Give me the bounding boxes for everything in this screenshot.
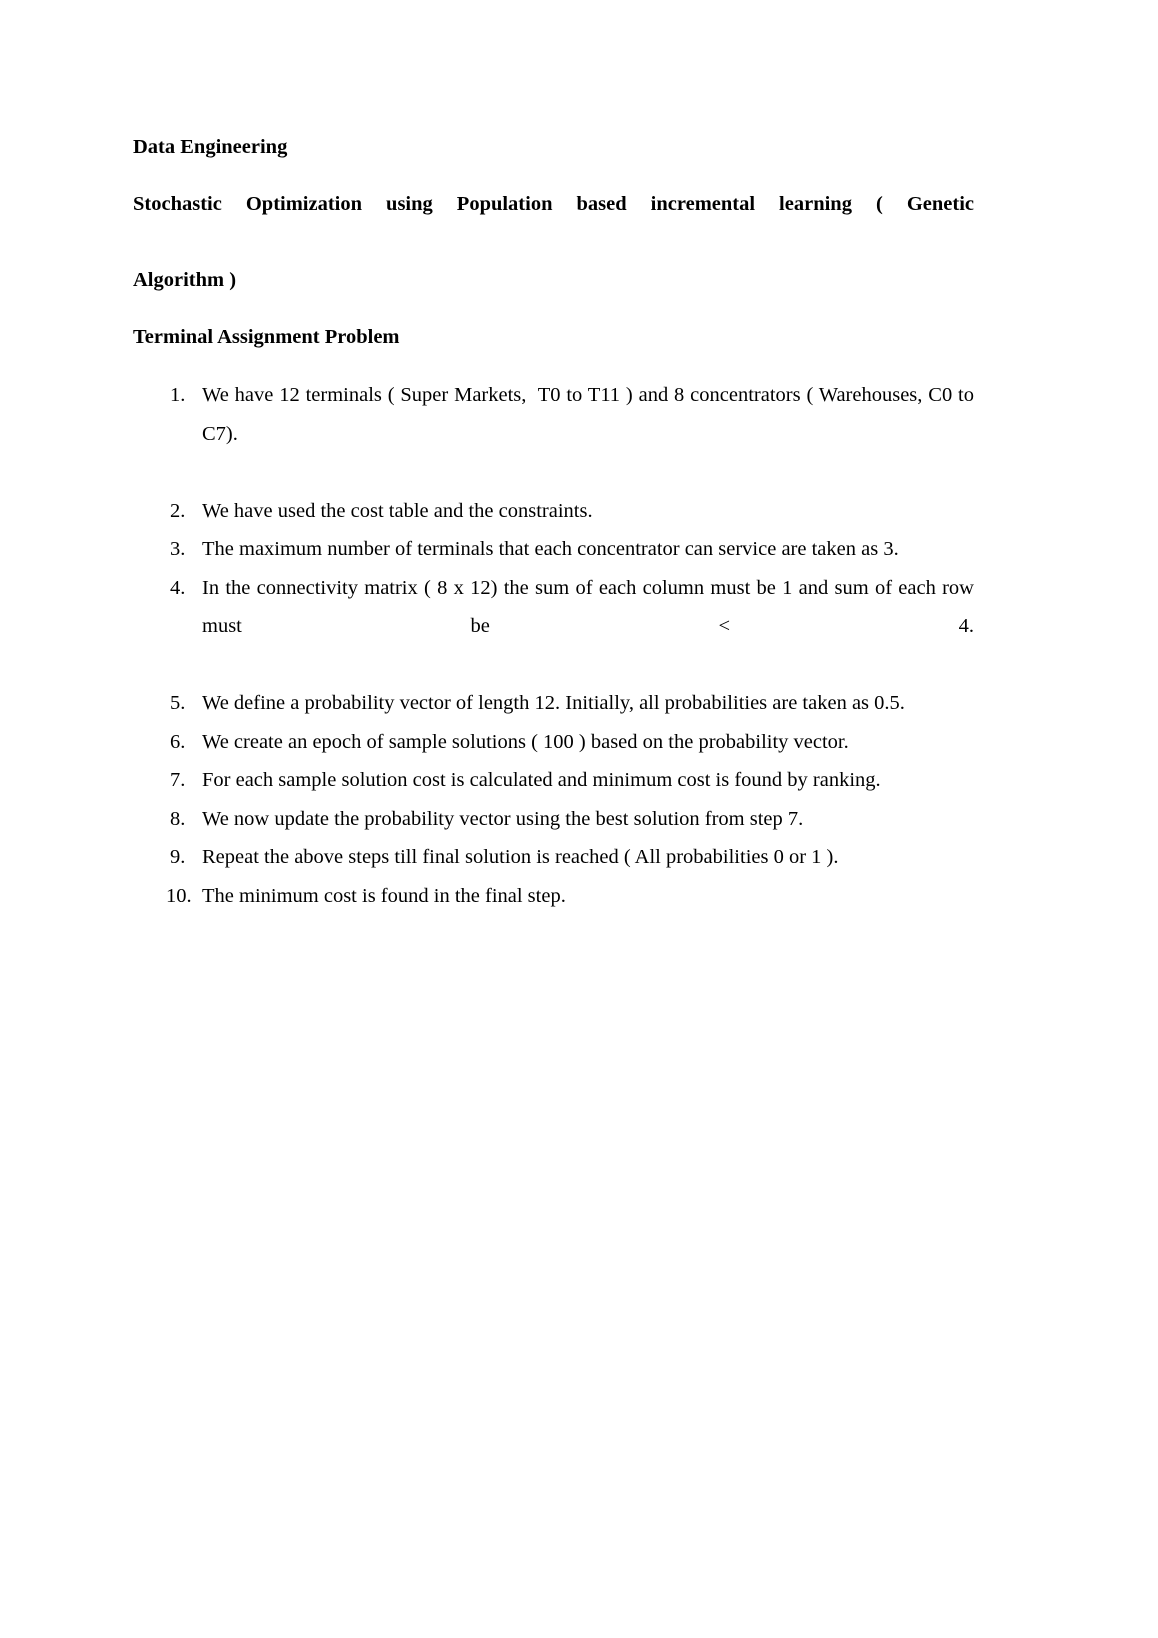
list-item: We now update the probability vector usi… bbox=[133, 800, 974, 839]
list-item: We define a probability vector of length… bbox=[133, 684, 974, 723]
list-item: We have used the cost table and the cons… bbox=[133, 492, 974, 531]
list-item-text: We define a probability vector of length… bbox=[202, 692, 905, 714]
subject-title-line-2: Algorithm ) bbox=[133, 269, 237, 291]
list-item-text: For each sample solution cost is calcula… bbox=[202, 769, 881, 791]
document-title: Data Engineering bbox=[133, 136, 288, 158]
list-item-text: We create an epoch of sample solutions (… bbox=[202, 730, 849, 753]
list-item-text: We now update the probability vector usi… bbox=[202, 807, 804, 830]
document-page: Data Engineering Stochastic Optimization… bbox=[0, 0, 1158, 1638]
list-item-text: We have used the cost table and the cons… bbox=[202, 499, 593, 522]
list-item: Repeat the above steps till final soluti… bbox=[133, 838, 974, 877]
list-item: We create an epoch of sample solutions (… bbox=[133, 723, 974, 762]
list-item: The minimum cost is found in the final s… bbox=[133, 877, 974, 916]
list-item: In the connectivity matrix ( 8 x 12) the… bbox=[133, 569, 974, 685]
list-item: We have 12 terminals ( Super Markets, T0… bbox=[133, 376, 974, 492]
subject-title-line-1: Stochastic Optimization using Population… bbox=[133, 193, 974, 215]
list-item-text: The maximum number of terminals that eac… bbox=[202, 538, 899, 560]
list-item-text: We have 12 terminals ( Super Markets, T0… bbox=[202, 384, 980, 445]
list-item: For each sample solution cost is calcula… bbox=[133, 761, 974, 800]
list-item: The maximum number of terminals that eac… bbox=[133, 530, 974, 569]
list-item-text: The minimum cost is found in the final s… bbox=[202, 884, 566, 907]
list-item-text: In the connectivity matrix ( 8 x 12) the… bbox=[202, 576, 980, 638]
subject-title: Stochastic Optimization using Population… bbox=[133, 185, 974, 299]
steps-list: We have 12 terminals ( Super Markets, T0… bbox=[133, 376, 974, 915]
section-title: Terminal Assignment Problem bbox=[133, 326, 400, 348]
document-content: Data Engineering Stochastic Optimization… bbox=[133, 128, 974, 915]
list-item-text: Repeat the above steps till final soluti… bbox=[202, 846, 839, 868]
